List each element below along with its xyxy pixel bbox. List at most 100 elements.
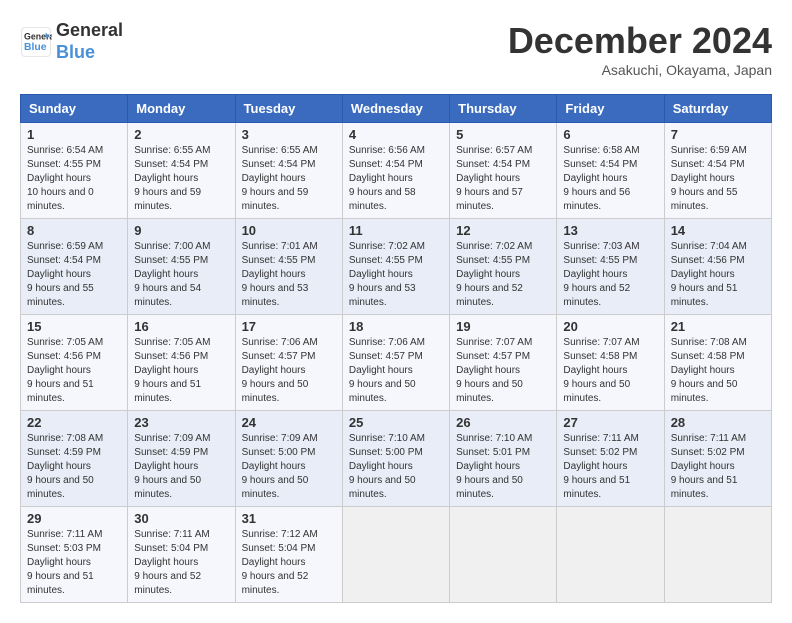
day-number: 31	[242, 511, 336, 526]
day-info: Sunrise: 6:54 AM Sunset: 4:55 PM Dayligh…	[27, 144, 121, 214]
day-info: Sunrise: 6:55 AM Sunset: 4:54 PM Dayligh…	[242, 144, 336, 214]
calendar-cell	[557, 507, 664, 603]
calendar-cell: 22 Sunrise: 7:08 AM Sunset: 4:59 PM Dayl…	[21, 411, 128, 507]
day-info: Sunrise: 6:58 AM Sunset: 4:54 PM Dayligh…	[563, 144, 657, 214]
day-number: 10	[242, 223, 336, 238]
day-number: 16	[134, 319, 228, 334]
day-number: 6	[563, 127, 657, 142]
header-wednesday: Wednesday	[342, 95, 449, 123]
day-info: Sunrise: 7:03 AM Sunset: 4:55 PM Dayligh…	[563, 240, 657, 310]
calendar-cell: 19 Sunrise: 7:07 AM Sunset: 4:57 PM Dayl…	[450, 315, 557, 411]
header-friday: Friday	[557, 95, 664, 123]
header-thursday: Thursday	[450, 95, 557, 123]
calendar-cell: 2 Sunrise: 6:55 AM Sunset: 4:54 PM Dayli…	[128, 123, 235, 219]
calendar-cell: 17 Sunrise: 7:06 AM Sunset: 4:57 PM Dayl…	[235, 315, 342, 411]
title-block: December 2024 Asakuchi, Okayama, Japan	[508, 20, 772, 78]
day-number: 8	[27, 223, 121, 238]
day-info: Sunrise: 6:59 AM Sunset: 4:54 PM Dayligh…	[671, 144, 765, 214]
day-info: Sunrise: 7:11 AM Sunset: 5:02 PM Dayligh…	[563, 432, 657, 502]
day-info: Sunrise: 7:06 AM Sunset: 4:57 PM Dayligh…	[349, 336, 443, 406]
logo: General Blue General Blue	[20, 20, 123, 63]
calendar-cell: 12 Sunrise: 7:02 AM Sunset: 4:55 PM Dayl…	[450, 219, 557, 315]
calendar-cell	[664, 507, 771, 603]
day-number: 17	[242, 319, 336, 334]
location: Asakuchi, Okayama, Japan	[508, 62, 772, 78]
day-number: 27	[563, 415, 657, 430]
day-info: Sunrise: 7:12 AM Sunset: 5:04 PM Dayligh…	[242, 528, 336, 598]
day-number: 21	[671, 319, 765, 334]
day-number: 2	[134, 127, 228, 142]
calendar-cell: 3 Sunrise: 6:55 AM Sunset: 4:54 PM Dayli…	[235, 123, 342, 219]
calendar-cell: 26 Sunrise: 7:10 AM Sunset: 5:01 PM Dayl…	[450, 411, 557, 507]
calendar-cell: 29 Sunrise: 7:11 AM Sunset: 5:03 PM Dayl…	[21, 507, 128, 603]
calendar-cell: 30 Sunrise: 7:11 AM Sunset: 5:04 PM Dayl…	[128, 507, 235, 603]
day-number: 19	[456, 319, 550, 334]
day-info: Sunrise: 7:00 AM Sunset: 4:55 PM Dayligh…	[134, 240, 228, 310]
day-info: Sunrise: 7:02 AM Sunset: 4:55 PM Dayligh…	[349, 240, 443, 310]
logo-icon: General Blue	[20, 26, 52, 58]
header-monday: Monday	[128, 95, 235, 123]
calendar-week-row: 8 Sunrise: 6:59 AM Sunset: 4:54 PM Dayli…	[21, 219, 772, 315]
calendar-cell: 5 Sunrise: 6:57 AM Sunset: 4:54 PM Dayli…	[450, 123, 557, 219]
page-header: General Blue General Blue December 2024 …	[20, 20, 772, 78]
day-info: Sunrise: 7:07 AM Sunset: 4:58 PM Dayligh…	[563, 336, 657, 406]
day-number: 13	[563, 223, 657, 238]
calendar-week-row: 1 Sunrise: 6:54 AM Sunset: 4:55 PM Dayli…	[21, 123, 772, 219]
day-info: Sunrise: 7:01 AM Sunset: 4:55 PM Dayligh…	[242, 240, 336, 310]
day-info: Sunrise: 7:04 AM Sunset: 4:56 PM Dayligh…	[671, 240, 765, 310]
day-number: 9	[134, 223, 228, 238]
svg-text:Blue: Blue	[24, 42, 47, 53]
day-info: Sunrise: 7:02 AM Sunset: 4:55 PM Dayligh…	[456, 240, 550, 310]
day-number: 5	[456, 127, 550, 142]
day-number: 4	[349, 127, 443, 142]
calendar-cell: 16 Sunrise: 7:05 AM Sunset: 4:56 PM Dayl…	[128, 315, 235, 411]
day-number: 12	[456, 223, 550, 238]
day-info: Sunrise: 7:11 AM Sunset: 5:02 PM Dayligh…	[671, 432, 765, 502]
day-info: Sunrise: 6:55 AM Sunset: 4:54 PM Dayligh…	[134, 144, 228, 214]
day-number: 14	[671, 223, 765, 238]
calendar-week-row: 22 Sunrise: 7:08 AM Sunset: 4:59 PM Dayl…	[21, 411, 772, 507]
calendar-cell: 27 Sunrise: 7:11 AM Sunset: 5:02 PM Dayl…	[557, 411, 664, 507]
header-sunday: Sunday	[21, 95, 128, 123]
day-number: 26	[456, 415, 550, 430]
day-info: Sunrise: 6:59 AM Sunset: 4:54 PM Dayligh…	[27, 240, 121, 310]
calendar-cell: 28 Sunrise: 7:11 AM Sunset: 5:02 PM Dayl…	[664, 411, 771, 507]
header-tuesday: Tuesday	[235, 95, 342, 123]
calendar-cell: 6 Sunrise: 6:58 AM Sunset: 4:54 PM Dayli…	[557, 123, 664, 219]
day-number: 28	[671, 415, 765, 430]
calendar-cell	[450, 507, 557, 603]
day-number: 7	[671, 127, 765, 142]
calendar-cell: 20 Sunrise: 7:07 AM Sunset: 4:58 PM Dayl…	[557, 315, 664, 411]
calendar-week-row: 15 Sunrise: 7:05 AM Sunset: 4:56 PM Dayl…	[21, 315, 772, 411]
day-number: 15	[27, 319, 121, 334]
day-number: 18	[349, 319, 443, 334]
day-number: 23	[134, 415, 228, 430]
day-info: Sunrise: 7:09 AM Sunset: 5:00 PM Dayligh…	[242, 432, 336, 502]
calendar-cell: 23 Sunrise: 7:09 AM Sunset: 4:59 PM Dayl…	[128, 411, 235, 507]
logo-text: General Blue	[56, 20, 123, 63]
day-number: 30	[134, 511, 228, 526]
calendar-cell: 4 Sunrise: 6:56 AM Sunset: 4:54 PM Dayli…	[342, 123, 449, 219]
day-info: Sunrise: 7:06 AM Sunset: 4:57 PM Dayligh…	[242, 336, 336, 406]
day-info: Sunrise: 7:10 AM Sunset: 5:00 PM Dayligh…	[349, 432, 443, 502]
day-info: Sunrise: 7:07 AM Sunset: 4:57 PM Dayligh…	[456, 336, 550, 406]
calendar-cell: 8 Sunrise: 6:59 AM Sunset: 4:54 PM Dayli…	[21, 219, 128, 315]
day-info: Sunrise: 7:11 AM Sunset: 5:04 PM Dayligh…	[134, 528, 228, 598]
calendar-cell: 11 Sunrise: 7:02 AM Sunset: 4:55 PM Dayl…	[342, 219, 449, 315]
day-info: Sunrise: 7:05 AM Sunset: 4:56 PM Dayligh…	[27, 336, 121, 406]
day-info: Sunrise: 6:57 AM Sunset: 4:54 PM Dayligh…	[456, 144, 550, 214]
calendar-cell: 21 Sunrise: 7:08 AM Sunset: 4:58 PM Dayl…	[664, 315, 771, 411]
calendar-cell: 9 Sunrise: 7:00 AM Sunset: 4:55 PM Dayli…	[128, 219, 235, 315]
day-info: Sunrise: 7:09 AM Sunset: 4:59 PM Dayligh…	[134, 432, 228, 502]
calendar-week-row: 29 Sunrise: 7:11 AM Sunset: 5:03 PM Dayl…	[21, 507, 772, 603]
calendar-table: Sunday Monday Tuesday Wednesday Thursday…	[20, 94, 772, 603]
calendar-cell: 15 Sunrise: 7:05 AM Sunset: 4:56 PM Dayl…	[21, 315, 128, 411]
weekday-header-row: Sunday Monday Tuesday Wednesday Thursday…	[21, 95, 772, 123]
day-number: 1	[27, 127, 121, 142]
day-number: 25	[349, 415, 443, 430]
day-number: 3	[242, 127, 336, 142]
calendar-cell: 7 Sunrise: 6:59 AM Sunset: 4:54 PM Dayli…	[664, 123, 771, 219]
day-info: Sunrise: 6:56 AM Sunset: 4:54 PM Dayligh…	[349, 144, 443, 214]
calendar-cell: 14 Sunrise: 7:04 AM Sunset: 4:56 PM Dayl…	[664, 219, 771, 315]
month-title: December 2024	[508, 20, 772, 62]
